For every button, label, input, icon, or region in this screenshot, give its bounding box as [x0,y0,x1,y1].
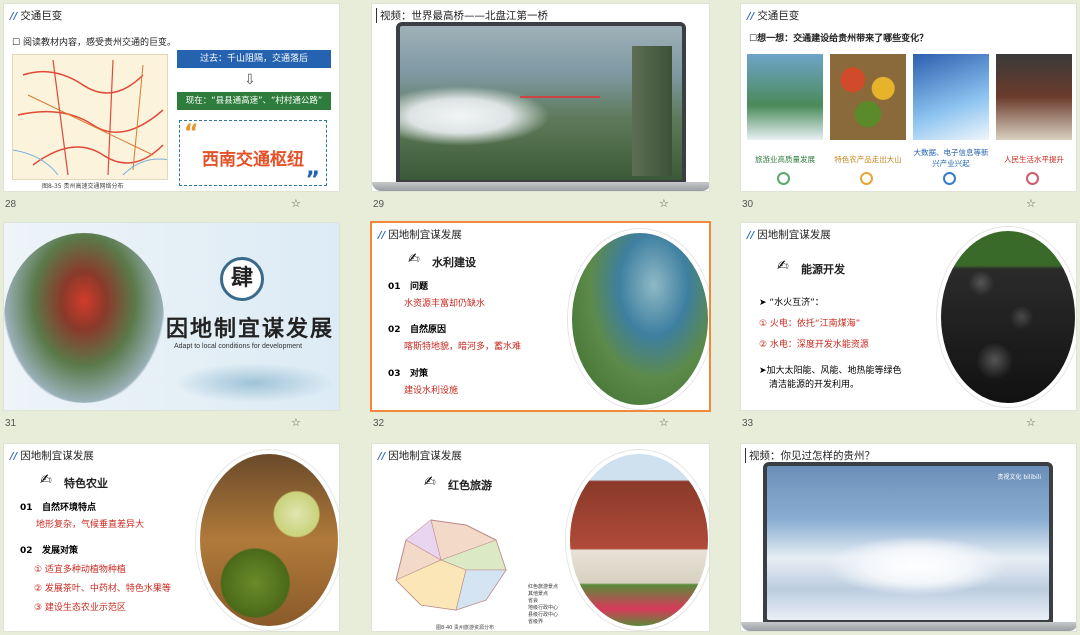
edit-icon: ✍ [777,258,789,274]
item-label: 大数据、电子信息等新兴产业兴起 [913,148,989,168]
video-watermark: 贵视文化 bilibili [997,474,1041,481]
slide-title: 交通巨变 [10,8,62,23]
star-icon[interactable]: ☆ [291,416,301,429]
pavilion-image [4,233,164,403]
star-icon[interactable]: ☆ [659,197,669,210]
point-detail: 建设水利设施 [404,386,459,396]
subtitle: Adapt to local conditions for developmen… [174,343,303,350]
hub-text: 西南交通枢纽 [202,150,304,170]
slide-29[interactable]: 视频：世界最高桥——北盘江第一桥 [371,3,710,192]
slide-31[interactable]: 肆 因地制宜谋发展 Adapt to local conditions for … [3,222,340,411]
slide-number: 32 [373,418,385,429]
hydro-thermal-line: ➤ “水火互济”： [759,298,824,308]
point-1: 01 自然环境特点 [20,503,96,513]
laptop-video[interactable]: 贵视文化 bilibili [741,462,1076,631]
map-legend: 红色旅游景点 其他景点 省会 地级行政中心 县级行政中心 省级界 [528,584,559,625]
strategy-item: ② 发展茶叶、中药材、特色水果等 [34,584,171,594]
slide-30[interactable]: 交通巨变 ☐想一想：交通建设给贵州带来了哪些变化？ 旅游业高质量发展 特色农产品… [740,3,1077,192]
item-label: 旅游业高质量发展 [755,155,815,164]
slide-35[interactable]: 因地制宜谋发展 ✍ 红色旅游 红色旅游景点 其他景点 省会 地级行政中心 县级行… [371,443,710,632]
arrow-down-icon: ⇩ [244,72,256,88]
thermal-line: ① 火电：依托“江南煤海” [759,319,861,329]
slide-title: 因地制宜谋发展 [378,227,462,242]
point-3: 03 对策 [388,369,428,379]
slide-number: 29 [373,199,385,210]
section-heading: 能源开发 [801,263,845,276]
hub-box: “ 西南交通枢纽 ” [179,120,327,191]
slide-33[interactable]: 因地制宜谋发展 ✍ 能源开发 ➤ “水火互济”： ① 火电：依托“江南煤海” ②… [740,222,1077,411]
coal-image [937,227,1076,407]
tourism-map [386,510,516,620]
edit-icon: ✍ [40,472,52,488]
badge-icon [1026,172,1039,185]
badge-icon [943,172,956,185]
section-heading: 特色农业 [64,477,108,490]
quote-close-icon: ” [305,168,320,192]
item-label: 特色农产品走出大山 [834,155,902,164]
slide-title: 视频：世界最高桥——北盘江第一桥 [376,8,548,23]
slide-number: 28 [5,199,17,210]
main-title: 因地制宜谋发展 [166,316,335,342]
highway-map [12,54,168,180]
point-detail: 水资源丰富却仍缺水 [404,299,486,309]
arrow-right-icon: ➤ [759,366,767,376]
point-2: 02 发展对策 [20,546,78,556]
now-box: 现在：“县县通高速”、“村村通公路” [177,92,331,110]
point-1: 01 问题 [388,282,428,292]
past-box: 过去：千山阻隔，交通落后 [177,50,331,68]
video-frame[interactable]: 贵视文化 bilibili [767,466,1049,620]
point-detail: 地形复杂，气候垂直差异大 [36,520,145,530]
checkbox-icon: ☐ [749,34,758,44]
slide-number: 30 [742,199,754,210]
people-image [996,54,1072,140]
strategy-item: ① 适宜多种动植物种植 [34,565,126,575]
item-label: 人民生活水平提升 [1004,155,1064,164]
section-heading: 水利建设 [432,256,476,269]
bullet-text: ☐ 阅读教材内容，感受贵州交通的巨变。 [12,38,176,48]
star-icon[interactable]: ☆ [659,416,669,429]
star-icon[interactable]: ☆ [291,197,301,210]
laptop-video[interactable] [372,22,709,191]
slide-36[interactable]: 视频：你见过怎样的贵州？ 贵视文化 bilibili [740,443,1077,632]
map-caption: 图8-40 贵州旅游资源分布 [436,625,494,631]
slide-number: 33 [742,418,754,429]
seal-badge: 肆 [220,257,264,301]
tea-image [196,450,339,630]
bigdata-image [913,54,989,140]
slide-title: 视频：你见过怎样的贵州？ [745,448,875,463]
waterfall-image [747,54,823,140]
slide-28[interactable]: 交通巨变 ☐ 阅读教材内容，感受贵州交通的巨变。 图8-35 贵州高速交通网络分… [3,3,340,192]
clean-energy-line: ➤加大太阳能、风能、地热能等绿色 [759,366,902,376]
slide-number: 31 [5,418,17,429]
quote-open-icon: “ [184,121,199,146]
clean-energy-line-2: 清洁能源的开发利用。 [769,380,860,390]
badge-icon [777,172,790,185]
checkbox-icon: ☐ [12,38,21,48]
section-heading: 红色旅游 [448,479,492,492]
edit-icon: ✍ [424,474,436,490]
slide-34[interactable]: 因地制宜谋发展 ✍ 特色农业 01 自然环境特点 地形复杂，气候垂直差异大 02… [3,443,340,632]
slide-title: 因地制宜谋发展 [10,448,94,463]
strategy-item: ③ 建设生态农业示范区 [34,603,126,613]
map-caption: 图8-35 贵州高速交通网络分布 [42,183,124,190]
star-icon[interactable]: ☆ [1026,416,1036,429]
edit-icon: ✍ [408,251,420,267]
slide-title: 因地制宜谋发展 [378,448,462,463]
slide-title: 因地制宜谋发展 [747,227,831,242]
star-icon[interactable]: ☆ [1026,197,1036,210]
point-2: 02 自然原因 [388,325,446,335]
slide-title: 交通巨变 [747,8,799,23]
question-text: ☐想一想：交通建设给贵州带来了哪些变化？ [749,34,929,44]
slide-32[interactable]: 因地制宜谋发展 ✍ 水利建设 01 问题 水资源丰富却仍缺水 02 自然原因 喀… [370,221,711,412]
red-building-image [566,450,709,630]
point-detail: 喀斯特地貌，暗河多，蓄水难 [404,342,522,352]
hydro-line: ② 水电：深度开发水能资源 [759,340,869,350]
video-frame[interactable] [400,26,682,180]
produce-image [830,54,906,140]
dam-image [568,229,709,409]
arrow-right-icon: ➤ [759,298,767,308]
badge-icon [860,172,873,185]
